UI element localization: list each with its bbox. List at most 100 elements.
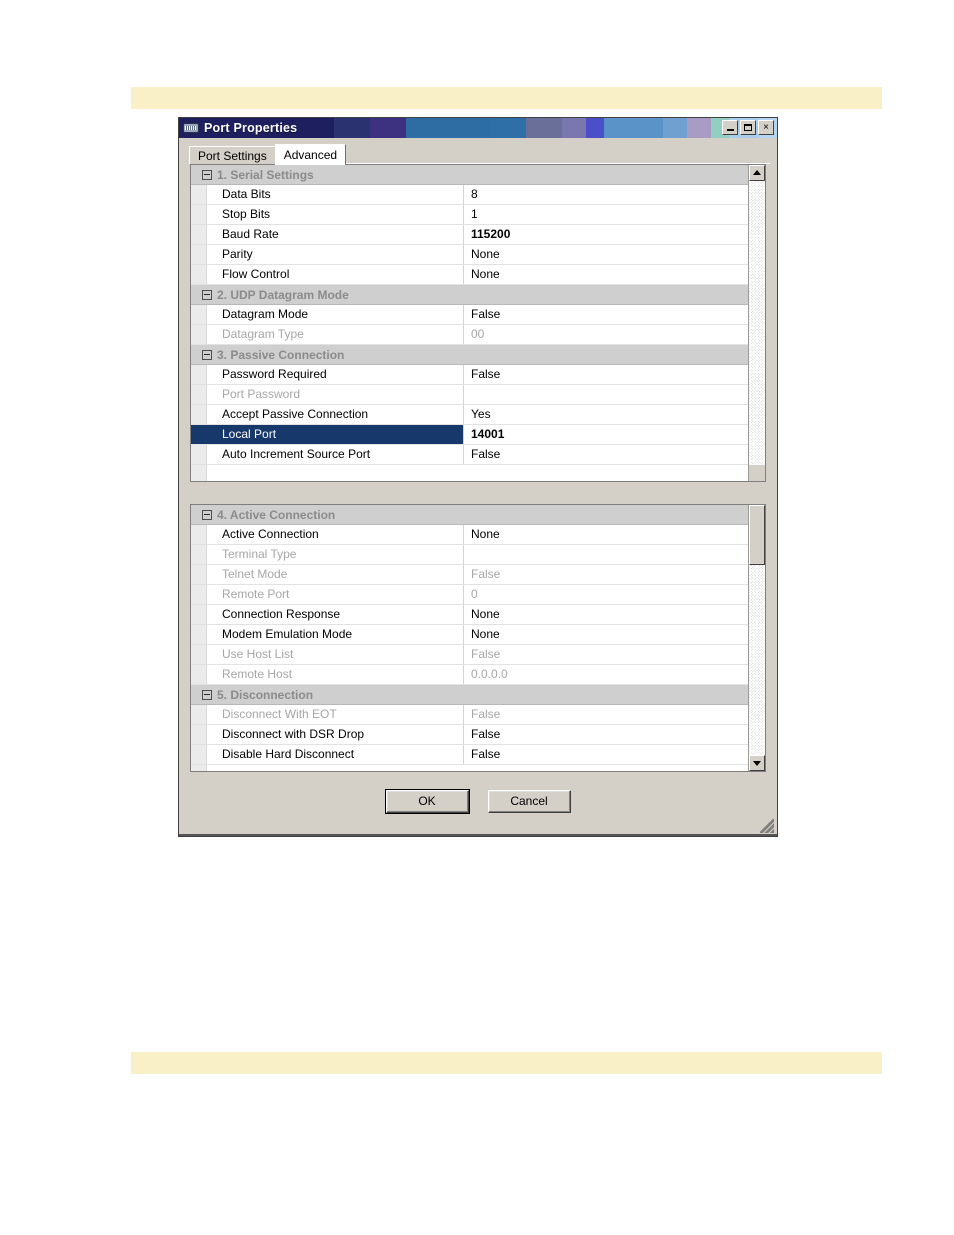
lower-property-grid: 4. Active Connection Active Connection Non… [190, 504, 766, 772]
property-value[interactable]: False [464, 725, 748, 744]
cancel-button[interactable]: Cancel [487, 790, 571, 813]
title-bar[interactable]: Port Properties × [179, 118, 777, 138]
collapse-minus-icon[interactable] [202, 170, 212, 180]
tab-port-settings[interactable]: Port Settings [189, 146, 276, 164]
grid-section-header[interactable]: 4. Active Connection [191, 505, 748, 525]
collapse-minus-icon[interactable] [202, 510, 212, 520]
property-row[interactable]: Use Host List False [191, 645, 748, 665]
property-value[interactable]: 14001 [464, 425, 748, 444]
lower-scroll-thumb[interactable] [749, 505, 765, 565]
property-name[interactable]: Flow Control [191, 265, 464, 284]
property-row[interactable]: Password Required False [191, 365, 748, 385]
property-name[interactable]: Connection Response [191, 605, 464, 624]
collapse-minus-icon[interactable] [202, 690, 212, 700]
property-value[interactable]: None [464, 525, 748, 544]
property-row[interactable]: Modem Emulation Mode None [191, 625, 748, 645]
grid-section-header[interactable]: 1. Serial Settings [191, 165, 748, 185]
property-value[interactable]: None [464, 245, 748, 264]
property-row[interactable]: Telnet Mode False [191, 565, 748, 585]
property-value[interactable]: 8 [464, 185, 748, 204]
close-icon[interactable]: × [758, 120, 774, 135]
property-value[interactable]: None [464, 625, 748, 644]
property-row[interactable]: Parity None [191, 245, 748, 265]
scroll-down-icon[interactable] [749, 755, 765, 771]
property-value[interactable] [464, 385, 748, 404]
property-name[interactable]: Terminal Type [191, 545, 464, 564]
property-value[interactable]: False [464, 565, 748, 584]
property-row[interactable]: Port Password [191, 385, 748, 405]
ok-button[interactable]: OK [384, 789, 470, 814]
property-value[interactable]: False [464, 705, 748, 724]
property-name[interactable]: Datagram Type [191, 325, 464, 344]
tab-advanced[interactable]: Advanced [274, 144, 347, 165]
page-bottom-band [131, 1052, 882, 1074]
property-name[interactable]: Local Port [191, 425, 464, 444]
property-row[interactable]: Local Port 14001 [191, 425, 748, 445]
maximize-button[interactable] [740, 120, 756, 135]
property-value[interactable] [464, 545, 748, 564]
property-value[interactable]: 115200 [464, 225, 748, 244]
property-value[interactable]: 0 [464, 585, 748, 604]
property-name[interactable]: Parity [191, 245, 464, 264]
property-name[interactable]: Auto Increment Source Port [191, 445, 464, 464]
property-value[interactable]: False [464, 645, 748, 664]
upper-grid-scrollbar[interactable] [748, 165, 765, 481]
property-value[interactable]: None [464, 605, 748, 624]
property-name[interactable]: Remote Host [191, 665, 464, 684]
port-properties-dialog: Port Properties × Port Settings Advanced… [178, 117, 778, 837]
grid-section-header[interactable]: 5. Disconnection [191, 685, 748, 705]
property-row[interactable]: Disable Hard Disconnect False [191, 745, 748, 765]
property-name[interactable]: Telnet Mode [191, 565, 464, 584]
grid-section-header[interactable]: 3. Passive Connection [191, 345, 748, 365]
property-name[interactable]: Use Host List [191, 645, 464, 664]
property-row[interactable]: Disconnect With EOT False [191, 705, 748, 725]
property-row[interactable]: Data Bits 8 [191, 185, 748, 205]
property-value[interactable]: False [464, 305, 748, 324]
property-row[interactable]: Connection Response None [191, 605, 748, 625]
section-title: 5. Disconnection [217, 687, 314, 702]
property-value[interactable]: 00 [464, 325, 748, 344]
collapse-minus-icon[interactable] [202, 350, 212, 360]
property-name[interactable]: Remote Port [191, 585, 464, 604]
property-row[interactable]: Flow Control None [191, 265, 748, 285]
property-value[interactable]: False [464, 745, 748, 764]
property-row[interactable]: Terminal Type [191, 545, 748, 565]
title-band-1 [334, 118, 371, 138]
property-value[interactable]: False [464, 445, 748, 464]
property-name[interactable]: Disable Hard Disconnect [191, 745, 464, 764]
property-name[interactable]: Data Bits [191, 185, 464, 204]
property-row[interactable]: Disconnect with DSR Drop False [191, 725, 748, 745]
property-value[interactable]: 1 [464, 205, 748, 224]
property-row[interactable]: Remote Host 0.0.0.0 [191, 665, 748, 685]
property-row[interactable]: Active Connection None [191, 525, 748, 545]
property-name[interactable]: Password Required [191, 365, 464, 384]
property-name[interactable]: Active Connection [191, 525, 464, 544]
property-row[interactable]: Auto Increment Source Port False [191, 445, 748, 465]
property-value[interactable]: 0.0.0.0 [464, 665, 748, 684]
page-top-band [131, 87, 882, 109]
property-row[interactable]: Baud Rate 115200 [191, 225, 748, 245]
property-row[interactable]: Datagram Mode False [191, 305, 748, 325]
property-row[interactable]: Stop Bits 1 [191, 205, 748, 225]
property-name[interactable]: Stop Bits [191, 205, 464, 224]
property-value[interactable]: None [464, 265, 748, 284]
property-name[interactable]: Baud Rate [191, 225, 464, 244]
resize-grip-icon[interactable] [760, 819, 774, 833]
property-row[interactable]: Datagram Type 00 [191, 325, 748, 345]
grid-section-header[interactable]: 2. UDP Datagram Mode [191, 285, 748, 305]
property-name[interactable]: Disconnect with DSR Drop [191, 725, 464, 744]
upper-scroll-track[interactable] [749, 181, 765, 465]
scroll-up-icon[interactable] [749, 165, 765, 181]
property-value[interactable]: False [464, 365, 748, 384]
collapse-minus-icon[interactable] [202, 290, 212, 300]
property-row[interactable]: Accept Passive Connection Yes [191, 405, 748, 425]
lower-grid-scrollbar[interactable] [748, 505, 765, 771]
property-name[interactable]: Datagram Mode [191, 305, 464, 324]
property-name[interactable]: Accept Passive Connection [191, 405, 464, 424]
property-name[interactable]: Modem Emulation Mode [191, 625, 464, 644]
property-name[interactable]: Port Password [191, 385, 464, 404]
property-name[interactable]: Disconnect With EOT [191, 705, 464, 724]
property-value[interactable]: Yes [464, 405, 748, 424]
minimize-button[interactable] [722, 120, 738, 135]
property-row[interactable]: Remote Port 0 [191, 585, 748, 605]
